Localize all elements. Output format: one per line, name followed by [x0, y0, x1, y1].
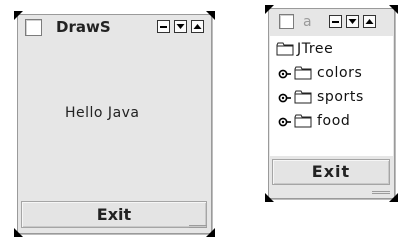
folder-icon	[294, 114, 312, 128]
tree-node-row[interactable]: food	[270, 110, 393, 132]
expand-handle-icon[interactable]	[278, 117, 292, 127]
title-bar[interactable]: DrawS	[18, 15, 211, 41]
minimize-icon[interactable]	[329, 15, 342, 28]
window-corner-bottom-left	[265, 193, 274, 202]
window-jtree: a JTree colors sports food Exit	[265, 5, 398, 202]
hello-label: Hello Java	[65, 105, 140, 121]
title-bar[interactable]: a	[269, 9, 394, 35]
exit-button[interactable]: Exit	[272, 159, 390, 185]
tree-node-label: food	[317, 113, 351, 129]
window-title: a	[303, 14, 312, 30]
window-corner-bottom-left	[14, 228, 23, 237]
tree-node-row[interactable]: colors	[270, 62, 393, 84]
tree-view: JTree colors sports food	[270, 36, 393, 156]
window-corner-bottom-right	[389, 193, 398, 202]
triangle-down-icon[interactable]	[346, 15, 359, 28]
tree-root-label: JTree	[297, 41, 334, 57]
tree-node-row[interactable]: sports	[270, 86, 393, 108]
tree-node-label: colors	[317, 65, 363, 81]
expand-handle-icon[interactable]	[278, 69, 292, 79]
expand-handle-icon[interactable]	[278, 93, 292, 103]
triangle-up-icon[interactable]	[363, 15, 376, 28]
folder-icon	[294, 66, 312, 80]
resize-grip-icon[interactable]	[372, 191, 390, 196]
folder-icon	[276, 42, 294, 56]
minimize-icon[interactable]	[157, 20, 170, 33]
window-corner-bottom-right	[206, 228, 215, 237]
tree-root-row[interactable]: JTree	[270, 38, 393, 60]
close-box-icon[interactable]	[279, 14, 294, 29]
tree-node-label: sports	[317, 89, 364, 105]
triangle-down-icon[interactable]	[174, 20, 187, 33]
window-title: DrawS	[56, 18, 111, 36]
resize-grip-icon[interactable]	[189, 225, 207, 230]
window-draws: DrawS Hello Java Exit	[14, 11, 215, 237]
exit-button[interactable]: Exit	[21, 201, 207, 228]
triangle-up-icon[interactable]	[191, 20, 204, 33]
folder-icon	[294, 90, 312, 104]
close-box-icon[interactable]	[25, 19, 42, 36]
